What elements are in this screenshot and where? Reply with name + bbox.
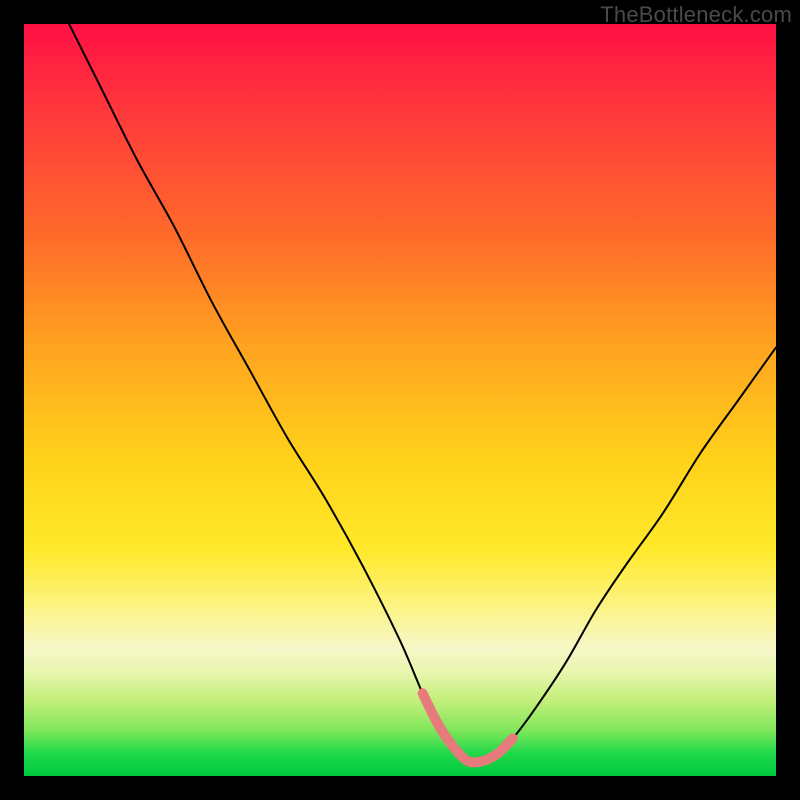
bottleneck-curve	[69, 24, 776, 762]
chart-frame: TheBottleneck.com	[0, 0, 800, 800]
optimal-range-marker	[423, 693, 513, 762]
watermark-text: TheBottleneck.com	[600, 2, 792, 28]
plot-area	[24, 24, 776, 776]
curve-overlay	[24, 24, 776, 776]
